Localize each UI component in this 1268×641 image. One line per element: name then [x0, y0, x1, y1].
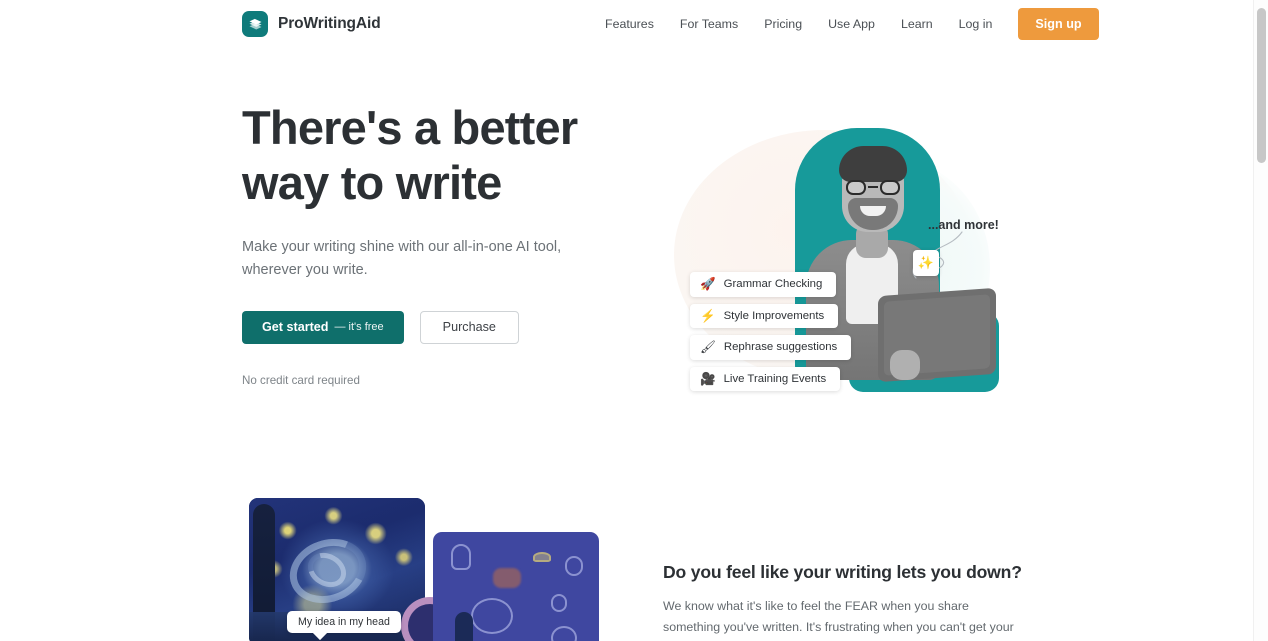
feature-chip-style-improvements: ⚡ Style Improvements	[690, 303, 839, 328]
hero-cta-group: Get started — it's free Purchase	[242, 310, 642, 344]
site-header: ProWritingAid Features For Teams Pricing…	[0, 0, 1253, 48]
person-hand	[890, 350, 920, 380]
rocket-icon: 🚀	[700, 277, 716, 291]
glasses-icon	[846, 180, 900, 195]
sign-up-button[interactable]: Sign up	[1018, 8, 1099, 40]
nav-link-use-app[interactable]: Use App	[815, 11, 888, 37]
writing-lets-you-down-section: My idea in my head Do you feel like your…	[0, 478, 1253, 641]
nav-link-pricing[interactable]: Pricing	[751, 11, 815, 37]
nav-link-for-teams[interactable]: For Teams	[667, 11, 751, 37]
page-title: There's a better way to write	[242, 100, 642, 211]
hero-copy: There's a better way to write Make your …	[242, 100, 642, 387]
doodle-shape	[533, 552, 551, 562]
doodle-shape	[565, 556, 583, 576]
hero-title-line-2: way to write	[242, 156, 502, 210]
hero-title-line-1: There's a better	[242, 101, 578, 154]
doodle-shape	[471, 598, 513, 634]
page-scrollbar[interactable]	[1253, 0, 1268, 641]
nav-link-features[interactable]: Features	[605, 11, 667, 37]
idea-in-my-head-label: My idea in my head	[287, 611, 401, 633]
get-started-label: Get started	[262, 320, 329, 335]
primary-nav: Features For Teams Pricing Use App Learn…	[605, 0, 1099, 48]
video-camera-icon: 🎥	[700, 371, 716, 386]
hero-illustration: 🚀 Grammar Checking ⚡ Style Improvements …	[660, 110, 1010, 440]
feature-chip-live-training-events: 🎥 Live Training Events	[690, 366, 841, 391]
feature-chip-label: Grammar Checking	[723, 278, 823, 291]
hero-section: There's a better way to write Make your …	[0, 48, 1253, 478]
brand-name: ProWritingAid	[278, 15, 381, 32]
sparkles-card: ✨	[913, 250, 939, 276]
glasses-lens-right	[880, 180, 900, 195]
sparkles-icon: ✨	[917, 255, 935, 270]
glasses-bridge	[868, 186, 878, 188]
section-heading: Do you feel like your writing lets you d…	[663, 562, 1022, 582]
feature-chip-rephrase-suggestions: 🖌 Rephrase suggestions	[690, 335, 852, 360]
feature-chip-label: Style Improvements	[723, 309, 825, 322]
page-root: ProWritingAid Features For Teams Pricing…	[0, 0, 1268, 641]
book-logo-icon	[242, 11, 268, 37]
paintbrush-icon: 🖌	[700, 340, 716, 354]
nav-link-learn[interactable]: Learn	[888, 11, 946, 37]
no-credit-card-note: No credit card required	[242, 373, 360, 387]
image-gallery: My idea in my head	[249, 498, 639, 641]
doodle-shape	[551, 594, 567, 612]
feature-chip-grammar-checking: 🚀 Grammar Checking	[690, 272, 837, 297]
brand-logo-link[interactable]: ProWritingAid	[242, 11, 381, 37]
get-started-sublabel: — it's free	[334, 321, 384, 334]
feature-chip-list: 🚀 Grammar Checking ⚡ Style Improvements …	[690, 272, 852, 391]
lightning-icon: ⚡	[700, 308, 716, 323]
scrollbar-thumb[interactable]	[1257, 8, 1266, 163]
doodle-cypress-tree	[455, 612, 473, 641]
page-viewport: ProWritingAid Features For Teams Pricing…	[0, 0, 1253, 641]
get-started-button[interactable]: Get started — it's free	[242, 310, 404, 344]
feature-chip-label: Live Training Events	[723, 372, 827, 385]
section-body-text: We know what it's like to feel the FEAR …	[663, 599, 1014, 635]
feature-chip-label: Rephrase suggestions	[723, 341, 838, 354]
doodle-shape	[551, 626, 577, 641]
section-copy: Do you feel like your writing lets you d…	[663, 562, 1022, 641]
person-hair	[839, 146, 907, 182]
glasses-lens-left	[846, 180, 866, 195]
doodle-shape	[451, 544, 471, 570]
nav-link-log-in[interactable]: Log in	[946, 11, 1006, 37]
hero-subtitle: Make your writing shine with our all-in-…	[242, 238, 562, 279]
and-more-label: ...and more!	[928, 218, 999, 232]
doodle-smudge	[493, 568, 521, 588]
sketch-attempt-image	[433, 532, 599, 641]
purchase-button[interactable]: Purchase	[419, 310, 519, 344]
